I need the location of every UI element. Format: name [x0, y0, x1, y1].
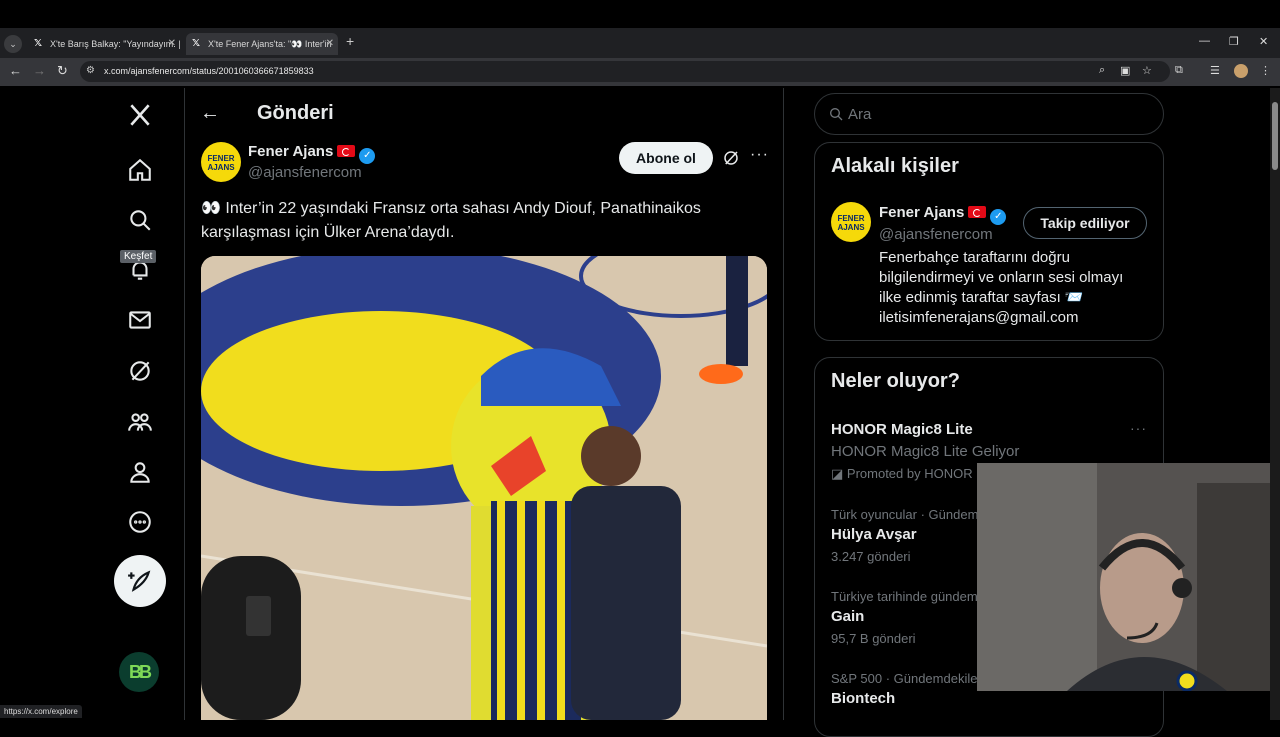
- compose-button[interactable]: [114, 555, 166, 607]
- forward-icon[interactable]: →: [33, 63, 46, 78]
- explore-tooltip: Keşfet: [120, 250, 157, 263]
- search-placeholder[interactable]: Ara: [848, 106, 871, 123]
- verified-badge-icon: ✓: [990, 209, 1007, 225]
- related-handle[interactable]: @ajansfenercom: [879, 226, 993, 243]
- related-name[interactable]: Fener Ajans: [879, 204, 964, 221]
- trend-name[interactable]: Hülya Avşar: [831, 526, 917, 543]
- url-text[interactable]: x.com/ajansfenercom/status/2001060366671…: [104, 66, 314, 76]
- close-tab-icon[interactable]: ✕: [168, 33, 176, 55]
- minimize-icon[interactable]: —: [1199, 35, 1210, 47]
- tab-balkay[interactable]: 𝕏 X'te Barış Balkay: "Yayındayım. | ✕: [28, 33, 180, 55]
- related-bio: Fenerbahçe taraftarını doğru bilgilendir…: [879, 249, 1124, 326]
- search-icon: [828, 106, 844, 127]
- turkey-flag-icon: [968, 206, 987, 218]
- x-favicon-icon: 𝕏: [34, 38, 43, 49]
- trend-name[interactable]: HONOR Magic8 Lite: [831, 421, 973, 438]
- promoted-text: Promoted by HONOR: [846, 466, 973, 481]
- author-name[interactable]: Fener Ajans: [248, 143, 333, 160]
- related-avatar[interactable]: FENER AJANS: [831, 202, 871, 242]
- trend-count: 95,7 B gönderi: [831, 631, 916, 646]
- new-tab-icon[interactable]: +: [346, 33, 354, 49]
- tab-title: X'te Fener Ajans'ta: "👀 Inter'in: [208, 39, 332, 49]
- right-divider: [783, 88, 784, 720]
- grok-explain-icon[interactable]: [722, 149, 740, 172]
- promoted-label[interactable]: ◪ Promoted by HONOR: [831, 466, 973, 482]
- webcam-overlay: [977, 463, 1280, 691]
- reload-icon[interactable]: ↻: [57, 63, 68, 79]
- author-name-row[interactable]: Fener Ajans ✓: [248, 143, 376, 164]
- promoted-icon: ◪: [831, 466, 847, 481]
- scrollbar-thumb[interactable]: [1272, 102, 1278, 170]
- grok-icon[interactable]: [114, 349, 166, 393]
- following-button[interactable]: Takip ediliyor: [1023, 207, 1147, 239]
- tweet-text: 👀 Inter’in 22 yaşındaki Fransız orta sah…: [201, 200, 701, 241]
- turkey-flag-icon: [337, 145, 356, 157]
- back-arrow-icon[interactable]: ←: [200, 102, 220, 125]
- trend-name[interactable]: Biontech: [831, 690, 895, 707]
- account-avatar[interactable]: BB: [119, 652, 159, 692]
- status-url: https://x.com/explore: [0, 705, 82, 718]
- page-title: Gönderi: [257, 102, 334, 124]
- close-tab-icon[interactable]: ✕: [326, 33, 334, 55]
- tab-fener-ajans[interactable]: 𝕏 X'te Fener Ajans'ta: "👀 Inter'in ✕: [186, 33, 338, 55]
- x-favicon-icon: 𝕏: [192, 38, 201, 49]
- extensions-icon[interactable]: ⧉: [1175, 64, 1183, 77]
- author-handle[interactable]: @ajansfenercom: [248, 164, 362, 181]
- tweet-more-icon[interactable]: ···: [750, 146, 769, 164]
- site-info-icon[interactable]: ⚙: [86, 65, 95, 76]
- close-window-icon[interactable]: ✕: [1259, 35, 1268, 48]
- mail-icon[interactable]: [114, 298, 166, 342]
- back-icon[interactable]: ←: [9, 63, 22, 78]
- page-scrollbar[interactable]: [1270, 88, 1280, 720]
- profile-avatar[interactable]: [1234, 64, 1248, 78]
- tweet-media-image[interactable]: [201, 256, 767, 720]
- left-divider: [184, 88, 185, 720]
- trend-meta[interactable]: S&P 500 · Gündemdekile: [831, 671, 977, 686]
- trend-more-icon[interactable]: ···: [1130, 420, 1147, 436]
- x-logo-icon[interactable]: [114, 93, 166, 137]
- restore-icon[interactable]: ❐: [1229, 35, 1239, 48]
- related-people-title: Alakalı kişiler: [831, 155, 959, 177]
- zoom-icon[interactable]: ⌕: [1099, 64, 1105, 77]
- more-circle-icon[interactable]: [114, 500, 166, 544]
- related-name-row[interactable]: Fener Ajans ✓: [879, 204, 1007, 225]
- trends-title: Neler oluyor?: [831, 370, 960, 392]
- tab-title: X'te Barış Balkay: "Yayındayım. |: [50, 39, 180, 49]
- communities-icon[interactable]: [114, 400, 166, 444]
- trend-subtitle[interactable]: HONOR Magic8 Lite Geliyor: [831, 443, 1019, 460]
- author-avatar[interactable]: FENER AJANS: [201, 142, 241, 182]
- menu-icon[interactable]: ⋮: [1260, 64, 1271, 77]
- bookmark-star-icon[interactable]: ☆: [1142, 64, 1152, 77]
- window-top: [0, 0, 1280, 28]
- home-icon[interactable]: [114, 148, 166, 192]
- verified-badge-icon: ✓: [359, 148, 376, 164]
- trend-meta[interactable]: Türk oyuncular · Gündem: [831, 507, 978, 522]
- profile-icon[interactable]: [114, 450, 166, 494]
- trend-meta[interactable]: Türkiye tarihinde gündem: [831, 589, 978, 604]
- subscribe-button[interactable]: Abone ol: [619, 142, 713, 174]
- cast-icon[interactable]: ▣: [1120, 64, 1130, 77]
- reading-list-icon[interactable]: ☰: [1210, 64, 1220, 77]
- compose-icon: [128, 570, 151, 592]
- tab-search-icon[interactable]: ⌄: [4, 35, 22, 53]
- trend-name[interactable]: Gain: [831, 608, 864, 625]
- trend-count: 3.247 gönderi: [831, 549, 911, 564]
- search-icon[interactable]: [114, 198, 166, 242]
